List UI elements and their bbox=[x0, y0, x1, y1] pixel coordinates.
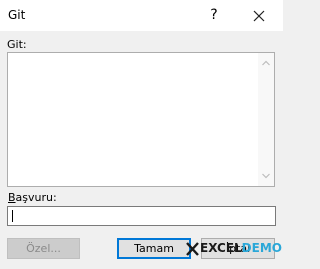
watermark-text-demo: DEMO bbox=[241, 241, 282, 255]
reference-label-text: aşvuru: bbox=[15, 191, 57, 204]
reference-label: Başvuru: bbox=[8, 191, 57, 204]
goto-list[interactable] bbox=[7, 52, 275, 187]
ok-button[interactable]: Tamam bbox=[117, 238, 191, 259]
reference-label-accesskey: B bbox=[8, 191, 16, 204]
help-button[interactable]: ? bbox=[206, 4, 222, 26]
close-button[interactable] bbox=[248, 5, 270, 27]
title-bar: Git ? bbox=[0, 0, 283, 31]
text-caret bbox=[12, 210, 13, 222]
window-title: Git bbox=[8, 8, 26, 22]
watermark-logo: EXCELDEMO bbox=[186, 239, 282, 257]
scroll-down-icon[interactable] bbox=[262, 173, 270, 179]
special-button[interactable]: Özel... bbox=[7, 238, 80, 259]
excel-x-icon bbox=[186, 241, 199, 256]
watermark-text-excel: EXCEL bbox=[200, 241, 242, 255]
reference-input[interactable] bbox=[7, 206, 276, 226]
close-icon bbox=[253, 10, 265, 22]
scroll-up-icon[interactable] bbox=[262, 60, 270, 66]
git-label: Git: bbox=[7, 38, 27, 51]
list-scrollbar[interactable] bbox=[258, 53, 274, 186]
